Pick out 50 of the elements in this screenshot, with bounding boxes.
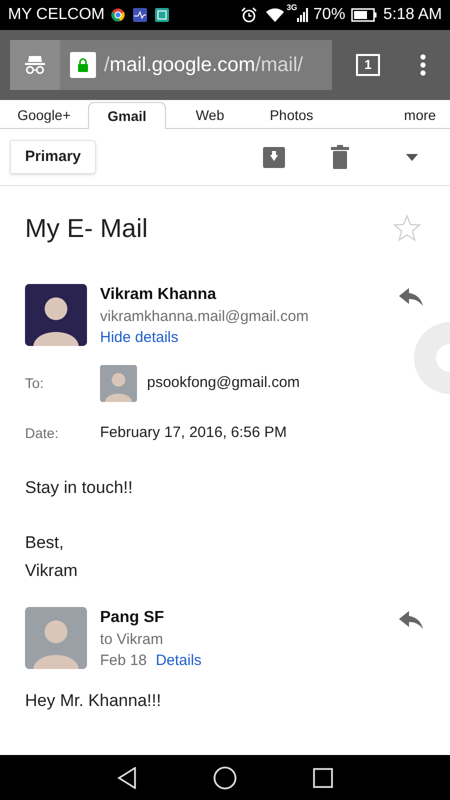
tab-count-button[interactable]: 1 <box>356 54 380 76</box>
browser-app-icon <box>110 8 125 22</box>
search-tab[interactable]: Photos <box>254 102 329 128</box>
incognito-icon <box>24 55 46 75</box>
lock-icon <box>77 58 89 72</box>
search-tab[interactable]: more <box>390 102 450 128</box>
sender-name: Vikram Khanna <box>100 285 218 305</box>
search-tab[interactable]: Google+ <box>0 102 88 128</box>
pulse-app-icon <box>132 8 147 22</box>
sender-subline: vikramkhanna.mail@gmail.com <box>100 307 310 327</box>
avatar-photo-placeholder <box>25 284 87 346</box>
back-icon[interactable] <box>117 766 137 788</box>
detail-value: psookfong@gmail.com <box>147 372 300 393</box>
recipient-photo-placeholder <box>100 364 137 402</box>
email-subject: My E- Mail <box>25 212 149 244</box>
alarm-clock-icon <box>240 7 257 23</box>
detail-value: February 17, 2016, 6:56 PM <box>100 422 287 443</box>
reply-icon[interactable] <box>399 611 423 629</box>
avatar-photo-placeholder <box>25 607 87 669</box>
url-text: /mail.google.com/mail/ <box>104 53 303 78</box>
recents-icon[interactable] <box>313 768 333 788</box>
more-options-icon[interactable] <box>420 54 426 76</box>
message-date: Feb 18 <box>100 651 147 671</box>
network-type: 3G <box>286 2 298 14</box>
reply-icon[interactable] <box>399 288 423 306</box>
detail-label: Date: <box>25 424 60 442</box>
details-link[interactable]: Hide details <box>100 327 178 348</box>
dropdown-caret-icon[interactable] <box>406 154 418 160</box>
archive-icon[interactable] <box>262 145 286 169</box>
address-bar[interactable]: /mail.google.com/mail/ <box>10 40 332 90</box>
primary-label-button[interactable]: Primary <box>10 140 96 174</box>
trash-icon[interactable] <box>330 145 350 169</box>
details-link[interactable]: Details <box>156 650 202 671</box>
battery-percent: 70% <box>313 5 346 25</box>
detail-label: To: <box>25 374 45 392</box>
message-paragraph: Hey Mr. Khanna!!! <box>25 690 162 712</box>
home-icon[interactable] <box>213 766 237 790</box>
star-icon[interactable] <box>393 214 421 242</box>
carrier-name: MY CELCOM <box>8 5 105 25</box>
search-tab[interactable]: Web <box>166 102 254 128</box>
clock-time: 5:18 AM <box>383 5 442 25</box>
message-paragraph: Stay in touch!! <box>25 477 134 499</box>
battery-icon <box>351 8 378 22</box>
wifi-icon <box>264 7 285 23</box>
message-paragraph: Best, Vikram <box>25 532 79 582</box>
signal-icon <box>297 8 310 22</box>
search-tab[interactable]: Gmail <box>88 102 166 129</box>
sender-subline: to Vikram <box>100 630 164 650</box>
sender-name: Pang SF <box>100 608 166 628</box>
gallery-app-icon <box>154 8 169 22</box>
